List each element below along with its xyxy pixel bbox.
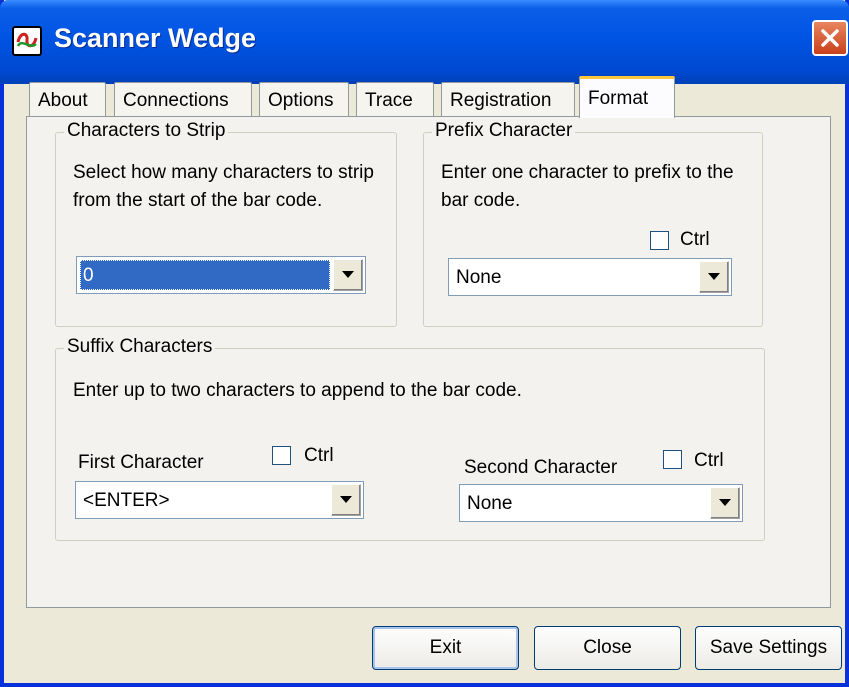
app-window: Scanner Wedge About Connections Options … xyxy=(0,0,849,687)
tab-options[interactable]: Options xyxy=(259,82,349,116)
prefix-character-select[interactable]: None xyxy=(448,258,732,296)
chevron-down-icon[interactable] xyxy=(710,487,740,519)
first-ctrl-label: Ctrl xyxy=(304,445,334,466)
strip-description: Select how many characters to strip from… xyxy=(73,162,374,211)
scanner-app-icon xyxy=(12,26,42,56)
title-bar[interactable]: Scanner Wedge xyxy=(0,0,849,84)
first-ctrl-checkbox[interactable] xyxy=(272,446,291,465)
chevron-down-icon[interactable] xyxy=(331,484,361,516)
prefix-ctrl-label: Ctrl xyxy=(680,229,710,250)
save-settings-button[interactable]: Save Settings xyxy=(695,626,842,670)
second-ctrl-checkbox[interactable] xyxy=(663,450,682,469)
window-title: Scanner Wedge xyxy=(54,23,257,53)
prefix-description: Enter one character to prefix to the bar… xyxy=(441,162,734,211)
prefix-ctrl-checkbox[interactable] xyxy=(650,231,669,250)
tab-format[interactable]: Format xyxy=(579,76,675,118)
prefix-character-legend: Prefix Character xyxy=(432,120,576,142)
first-character-value: <ENTER> xyxy=(83,490,170,511)
window-close-icon[interactable] xyxy=(812,20,848,56)
strip-count-select[interactable]: 0 xyxy=(76,256,366,294)
tab-trace[interactable]: Trace xyxy=(356,82,434,116)
suffix-description: Enter up to two characters to append to … xyxy=(73,380,522,401)
suffix-characters-group: Suffix Characters Enter up to two charac… xyxy=(55,336,765,541)
characters-to-strip-group: Characters to Strip Select how many char… xyxy=(55,120,397,327)
prefix-character-group: Prefix Character Enter one character to … xyxy=(423,120,763,327)
second-ctrl-label: Ctrl xyxy=(694,450,724,471)
second-character-label: Second Character xyxy=(464,457,618,478)
second-character-value: None xyxy=(467,493,513,514)
format-tab-panel: Characters to Strip Select how many char… xyxy=(26,116,831,608)
suffix-characters-legend: Suffix Characters xyxy=(64,336,216,358)
chevron-down-icon[interactable] xyxy=(699,261,729,293)
prefix-character-value: None xyxy=(456,267,502,288)
tab-connections[interactable]: Connections xyxy=(114,82,252,116)
exit-button[interactable]: Exit xyxy=(372,626,519,670)
tab-registration[interactable]: Registration xyxy=(441,82,575,116)
tab-about[interactable]: About xyxy=(29,82,106,116)
close-button[interactable]: Close xyxy=(534,626,681,670)
strip-count-value: 0 xyxy=(80,260,330,290)
first-character-label: First Character xyxy=(78,452,204,473)
characters-to-strip-legend: Characters to Strip xyxy=(64,120,229,142)
second-character-select[interactable]: None xyxy=(459,484,743,522)
chevron-down-icon[interactable] xyxy=(333,259,363,291)
first-character-select[interactable]: <ENTER> xyxy=(75,481,364,519)
